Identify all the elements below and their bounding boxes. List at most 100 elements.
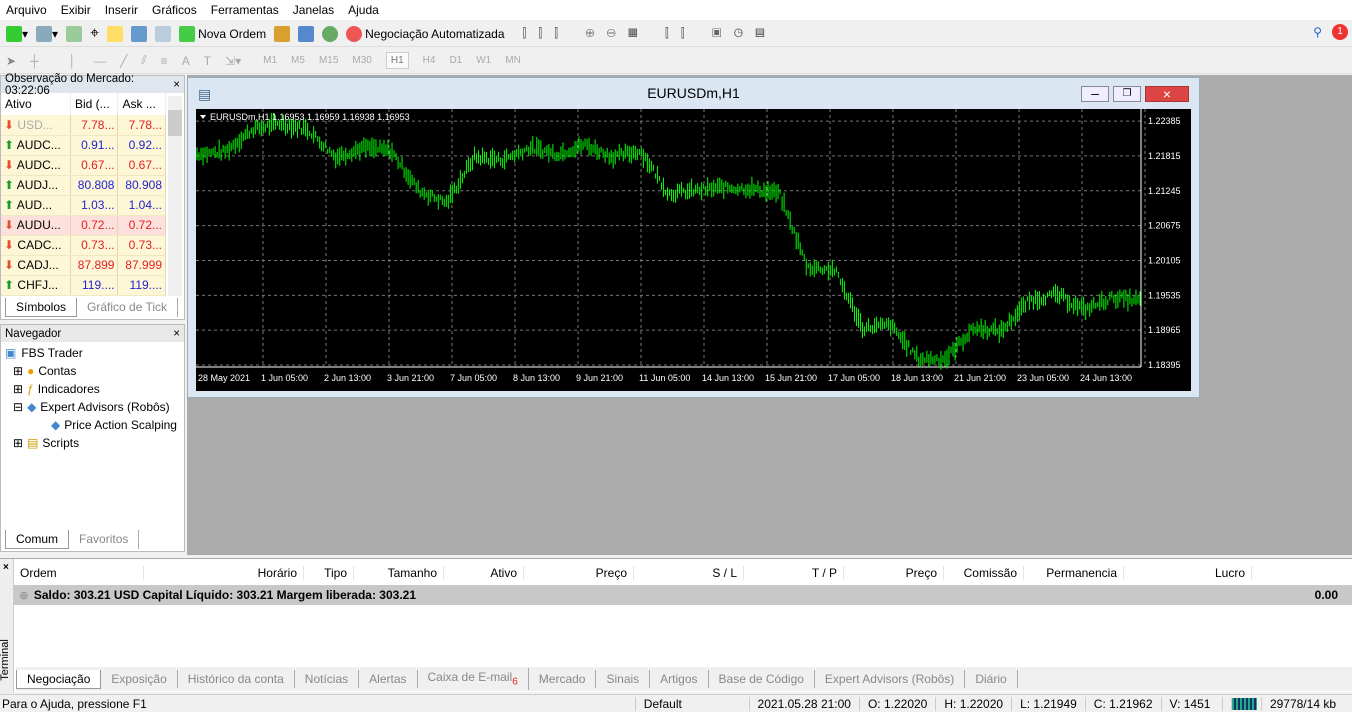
terminal-tab[interactable]: Diário [965,670,1018,688]
x-tick-label: 8 Jun 13:00 [513,373,560,383]
tree-item-accounts[interactable]: ⊞ ● Contas [5,362,180,380]
menu-exibir[interactable]: Exibir [61,3,91,17]
market-watch-row[interactable]: ⬇ AUDU... 0.72... 0.72... [1,215,166,236]
terminal-icon[interactable] [131,25,148,42]
tree-root[interactable]: ▣ FBS Trader [5,344,180,362]
timeframe-m15[interactable]: M15 [319,55,338,66]
timeframe-mn[interactable]: MN [505,55,521,66]
timeframe-h1[interactable]: H1 [385,52,409,69]
terminal-tab[interactable]: Caixa de E-mail6 [418,668,529,690]
terminal-tab[interactable]: Expert Advisors (Robôs) [815,670,966,688]
timeframe-d1[interactable]: D1 [449,55,462,66]
signals-icon[interactable] [322,25,339,42]
column-header[interactable]: Comissão [944,566,1024,580]
restore-button[interactable]: ❐ [1113,86,1141,102]
status-open: O: 1.22020 [858,696,935,711]
navigator-icon[interactable] [107,25,124,42]
market-watch-icon[interactable] [66,25,83,42]
minimize-button[interactable]: – [1081,86,1109,102]
menu-graficos[interactable]: Gráficos [152,3,197,17]
tab-common[interactable]: Comum [5,530,70,549]
cursor-icon[interactable]: ➤ [6,54,16,68]
column-header[interactable]: Ordem [14,566,144,580]
x-tick-label: 24 Jun 13:00 [1080,373,1132,383]
connection-icon [1230,697,1257,710]
horizontal-line-icon[interactable]: — [94,54,106,68]
column-header[interactable]: Ativo [444,566,524,580]
market-watch-row[interactable]: ⬇ AUDC... 0.67... 0.67... [1,155,166,176]
column-header[interactable]: Tipo [304,566,354,580]
terminal-tab[interactable]: Histórico da conta [178,670,295,688]
timeframe-m1[interactable]: M1 [263,55,277,66]
price-chart[interactable]: 1.22385 1.21815 1.21245 1.20675 1.20105 1.195… [196,109,1191,391]
menu-arquivo[interactable]: Arquivo [6,3,47,17]
text-icon[interactable]: A [182,54,190,68]
auto-trading-button[interactable]: Negociação Automatizada [346,23,505,45]
terminal-tab[interactable]: Notícias [295,670,360,688]
close-icon[interactable]: × [173,79,180,91]
tab-favorites[interactable]: Favoritos [69,530,140,549]
tree-item-scripts[interactable]: ⊞ ▤ Scripts [5,434,180,452]
vertical-line-icon[interactable]: │ [69,54,77,68]
market-watch-row[interactable]: ⬇ CADJ... 87.899 87.999 [1,255,166,276]
symbol: AUDU... [16,218,61,232]
column-header[interactable]: Horário [144,566,304,580]
column-header[interactable]: Tamanho [354,566,444,580]
new-chart-icon[interactable] [6,25,22,42]
terminal-tab[interactable]: Alertas [359,670,418,688]
tab-symbols[interactable]: Símbolos [5,298,78,317]
crosshair-icon[interactable]: ⌖ [90,25,99,43]
timeframe-m5[interactable]: M5 [291,55,305,66]
market-watch-row[interactable]: ⬆ AUDJ... 80.808 80.908 [1,175,166,196]
terminal-tab[interactable]: Negociação [16,669,102,689]
menu-janelas[interactable]: Janelas [293,3,334,17]
chart-toolbar[interactable]: ⫿⫿⫿ ⊕⊖▦ ⫿⫿ ▣◷▤ [523,23,777,45]
terminal-tab[interactable]: Exposição [101,670,178,688]
search-icon[interactable]: ⚲ [1313,25,1322,39]
strategy-tester-icon[interactable] [155,25,172,42]
terminal-tab[interactable]: Sinais [596,670,651,688]
menu-inserir[interactable]: Inserir [105,3,138,17]
new-order-button[interactable]: Nova Ordem [179,23,266,45]
tree-item-expert-advisors[interactable]: ⊟ ◆ Expert Advisors (Robôs) [5,398,180,416]
timeframe-m30[interactable]: M30 [352,55,371,66]
balance-row[interactable]: ◎ Saldo: 303.21 USD Capital Líquido: 303… [14,585,1352,605]
tree-item-ea[interactable]: ◆ Price Action Scalping [5,416,180,434]
column-header[interactable]: Permanencia [1024,566,1124,580]
close-icon[interactable]: × [173,328,180,340]
status-profile[interactable]: Default [634,696,749,711]
column-header[interactable]: Preço [844,566,944,580]
profiles-icon[interactable] [36,25,53,42]
community-icon[interactable] [298,25,315,42]
terminal-tab[interactable]: Artigos [650,670,709,688]
market-watch-row[interactable]: ⬇ CADC... 0.73... 0.73... [1,235,166,256]
text-label-icon[interactable]: T [204,54,211,68]
notification-badge[interactable]: 1 [1332,24,1348,40]
close-icon[interactable]: × [0,562,9,573]
menu-ajuda[interactable]: Ajuda [348,3,379,17]
arrows-icon[interactable]: ⇲▾ [225,54,241,68]
menu-ferramentas[interactable]: Ferramentas [211,3,279,17]
market-watch-row[interactable]: ⬆ CHFJ... 119.... 119.... [1,275,166,296]
column-header[interactable]: S / L [634,566,744,580]
timeframe-h4[interactable]: H4 [423,55,436,66]
market-watch-row[interactable]: ⬇ USD... 7.78... 7.78... [1,115,166,136]
market-watch-row[interactable]: ⬆ AUD... 1.03... 1.04... [1,195,166,216]
timeframe-w1[interactable]: W1 [476,55,491,66]
terminal-tab[interactable]: Base de Código [709,670,815,688]
market-watch-row[interactable]: ⬆ AUDC... 0.91... 0.92... [1,135,166,156]
tab-tick-chart[interactable]: Gráfico de Tick [77,298,179,317]
tree-item-indicators[interactable]: ⊞ ƒ Indicadores [5,380,180,398]
scrollbar[interactable] [168,96,182,296]
column-header[interactable]: Lucro [1124,566,1252,580]
column-header[interactable]: T / P [744,566,844,580]
trendline-icon[interactable]: ╱ [120,54,127,68]
close-button[interactable]: × [1145,86,1189,102]
fibonacci-icon[interactable]: ≡ [161,54,168,68]
standard-toolbar: ▾ ▾ ⌖ Nova Ordem Negociação Automatizada… [0,21,1352,47]
column-header[interactable]: Preço [524,566,634,580]
equidistant-channel-icon[interactable]: ⫽ [141,53,146,68]
crosshair-tool-icon[interactable]: ┼ [30,54,39,68]
metaeditor-icon[interactable] [274,25,291,42]
terminal-tab[interactable]: Mercado [529,670,597,688]
